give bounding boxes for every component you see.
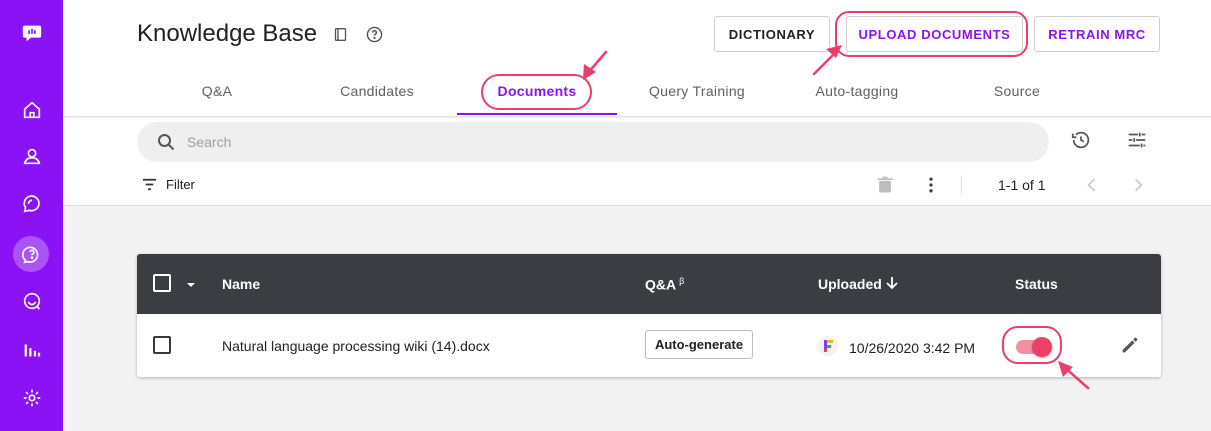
filter-label: Filter: [166, 177, 195, 192]
uploader-icon: [818, 336, 838, 356]
more-vert-icon[interactable]: [919, 173, 943, 197]
column-qa: Q&A β: [645, 276, 684, 293]
history-icon[interactable]: [1069, 128, 1093, 152]
pagination-range: 1-1 of 1: [998, 177, 1046, 193]
table-row[interactable]: Natural language processing wiki (14).do…: [137, 314, 1161, 377]
toolbar: Filter 1-1 of 1: [63, 118, 1211, 206]
chevron-left-icon[interactable]: [1080, 173, 1104, 197]
filter-icon: [142, 178, 157, 191]
document-name: Natural language processing wiki (14).do…: [222, 338, 490, 354]
documents-table: Name Q&A β Uploaded Status Natural langua…: [137, 254, 1161, 377]
chat-icon[interactable]: [0, 180, 63, 226]
column-uploaded[interactable]: Uploaded: [818, 276, 882, 292]
page-title: Knowledge Base: [137, 20, 318, 47]
column-qa-label: Q&A: [645, 276, 677, 293]
active-tab-indicator: [457, 113, 617, 115]
dictionary-button[interactable]: DICTIONARY: [714, 16, 830, 52]
retrain-mrc-button[interactable]: RETRAIN MRC: [1034, 16, 1160, 52]
uploaded-date: 10/26/2020 3:42 PM: [849, 340, 976, 356]
settings-icon[interactable]: [0, 375, 63, 421]
beta-label: β: [679, 276, 685, 286]
user-icon[interactable]: [0, 133, 63, 179]
divider: [961, 175, 962, 195]
sidebar: [0, 0, 63, 431]
help-circle-icon[interactable]: [365, 25, 383, 43]
select-all-checkbox[interactable]: [153, 274, 171, 292]
toggle-thumb: [1032, 337, 1052, 357]
caret-down-icon[interactable]: [185, 278, 197, 296]
tab-auto-tagging[interactable]: Auto-tagging: [797, 83, 917, 103]
column-uploaded-label: Uploaded: [818, 276, 882, 292]
tab-qa[interactable]: Q&A: [177, 83, 257, 103]
trash-icon[interactable]: [873, 173, 897, 197]
auto-generate-button[interactable]: Auto-generate: [645, 330, 753, 359]
tab-documents[interactable]: Documents: [487, 83, 587, 103]
search-bar: [137, 122, 1049, 162]
row-checkbox[interactable]: [153, 336, 171, 354]
help-icon[interactable]: [0, 231, 63, 277]
arrow-down-icon[interactable]: [884, 275, 900, 296]
search-input[interactable]: [187, 122, 1027, 162]
upload-documents-button[interactable]: UPLOAD DOCUMENTS: [846, 16, 1023, 52]
book-icon[interactable]: [331, 25, 349, 43]
table-header: Name Q&A β Uploaded Status: [137, 254, 1161, 314]
search-icon: [158, 134, 175, 151]
analytics-icon[interactable]: [0, 327, 63, 373]
filter-button[interactable]: Filter: [141, 176, 195, 193]
edit-icon[interactable]: [1119, 334, 1141, 356]
column-status: Status: [1015, 276, 1058, 292]
sliders-icon[interactable]: [1125, 128, 1149, 152]
column-name: Name: [222, 276, 261, 292]
tab-candidates[interactable]: Candidates: [327, 83, 427, 103]
tab-source[interactable]: Source: [967, 83, 1067, 103]
logo-icon[interactable]: [0, 10, 63, 56]
header: Knowledge Base DICTIONARY UPLOAD DOCUMEN…: [63, 0, 1211, 117]
tab-query-training[interactable]: Query Training: [637, 83, 757, 103]
status-toggle[interactable]: [1014, 336, 1054, 357]
home-icon[interactable]: [0, 87, 63, 133]
chevron-right-icon[interactable]: [1126, 173, 1150, 197]
message-icon[interactable]: [0, 278, 63, 324]
